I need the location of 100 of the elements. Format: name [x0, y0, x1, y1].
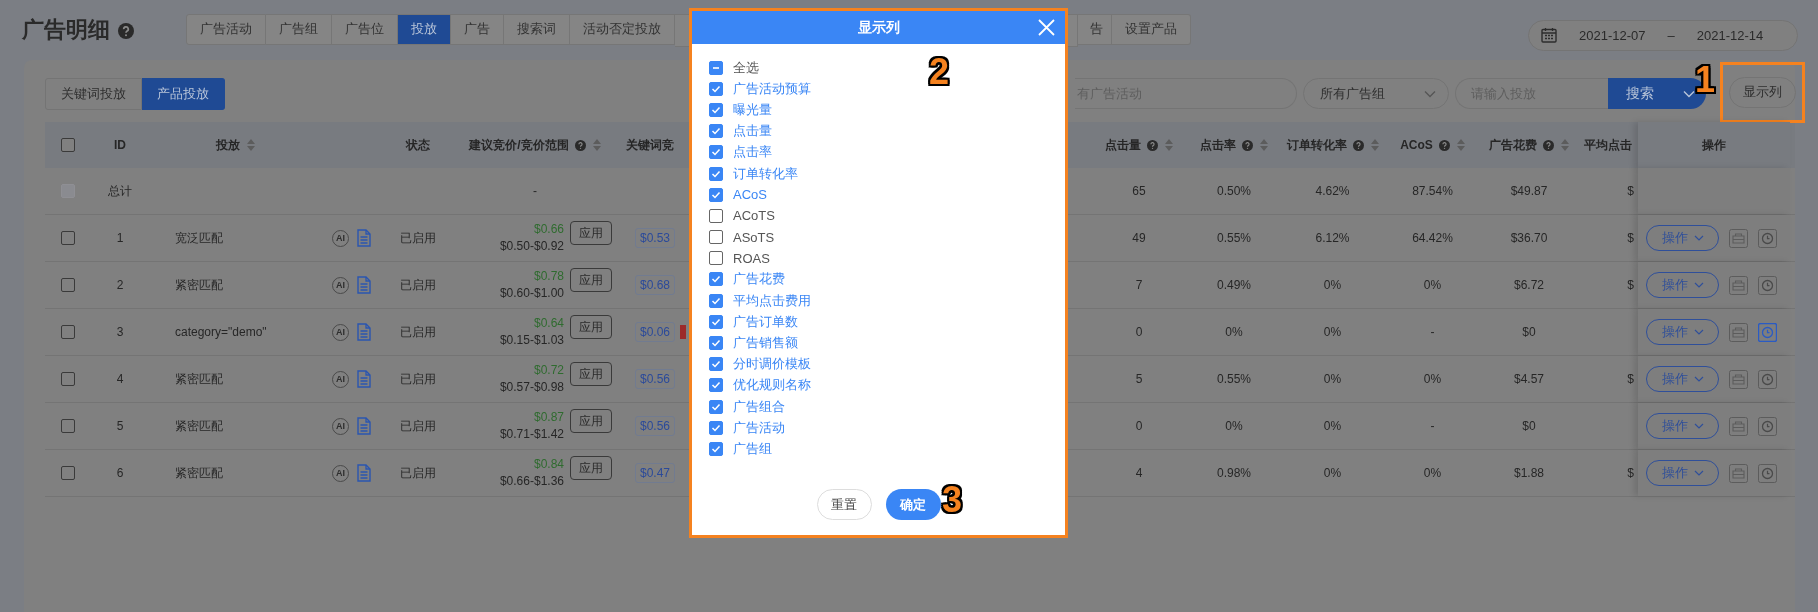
keyword-bid-tag[interactable]: $0.47 [635, 463, 676, 483]
sort-icon[interactable] [1260, 139, 1268, 151]
apply-button[interactable]: 应用 [570, 409, 612, 433]
clock-icon[interactable] [1758, 463, 1777, 483]
date-range-field[interactable]: 2021-12-07 – 2021-12-14 [1528, 19, 1798, 51]
document-icon[interactable] [357, 229, 371, 247]
caret-icon[interactable] [1693, 282, 1704, 288]
document-icon[interactable] [357, 370, 371, 388]
checkbox-label[interactable]: 广告组合 [733, 397, 785, 416]
tab[interactable]: 投放 [398, 13, 451, 45]
apply-button[interactable]: 应用 [570, 362, 612, 386]
sub-tab[interactable]: 关键词投放 [45, 77, 142, 110]
tab[interactable]: 搜索词 [504, 13, 570, 45]
checkbox[interactable] [709, 145, 723, 160]
keyword-bid-tag[interactable]: $0.56 [635, 416, 676, 436]
briefcase-icon[interactable] [1729, 228, 1748, 248]
help-icon[interactable] [118, 23, 134, 39]
checkbox-label[interactable]: 点击率 [733, 143, 772, 162]
select-all-checkbox[interactable] [60, 138, 75, 152]
tab[interactable]: 广告组 [266, 13, 332, 45]
sort-icon[interactable] [246, 139, 255, 151]
checkbox-label[interactable]: 全选 [733, 58, 759, 77]
tab[interactable]: 告 [1078, 13, 1112, 45]
document-icon[interactable] [357, 417, 371, 435]
ad-group-dropdown[interactable]: 所有广告组 [1303, 78, 1449, 109]
help-icon[interactable] [1438, 139, 1450, 151]
tab[interactable]: 活动否定投放 [570, 13, 675, 45]
clock-icon[interactable] [1758, 275, 1777, 295]
apply-button[interactable]: 应用 [570, 315, 612, 339]
checkbox-label[interactable]: 曝光量 [733, 100, 772, 119]
checkbox-label[interactable]: ROAS [733, 250, 770, 266]
clock-icon[interactable] [1758, 416, 1777, 436]
caret-icon[interactable] [1693, 470, 1704, 476]
row-checkbox[interactable] [60, 419, 75, 433]
apply-button[interactable]: 应用 [570, 268, 612, 292]
checkbox-label[interactable]: 订单转化率 [733, 164, 798, 183]
tab[interactable]: 广告位 [332, 13, 398, 45]
checkbox[interactable] [709, 102, 723, 117]
sort-icon[interactable] [592, 139, 601, 151]
checkbox-label[interactable]: 广告活动 [733, 418, 785, 437]
checkbox[interactable] [709, 399, 723, 414]
checkbox[interactable] [709, 357, 723, 372]
checkbox[interactable] [709, 81, 723, 96]
confirm-button[interactable]: 确定 [885, 489, 941, 520]
document-icon[interactable] [357, 323, 371, 341]
clock-icon[interactable] [1758, 228, 1777, 248]
help-icon[interactable] [1352, 139, 1364, 151]
checkbox-label[interactable]: ASoTS [733, 229, 775, 245]
keyword-bid-tag[interactable]: $0.68 [635, 275, 676, 295]
row-checkbox[interactable] [60, 325, 75, 339]
briefcase-icon[interactable] [1729, 416, 1748, 436]
briefcase-icon[interactable] [1729, 275, 1748, 295]
checkbox[interactable] [709, 187, 723, 202]
row-checkbox[interactable] [60, 231, 75, 245]
checkbox[interactable] [709, 336, 723, 351]
checkbox-label[interactable]: 分时调价模板 [733, 355, 811, 374]
checkbox[interactable] [709, 208, 723, 223]
clock-icon[interactable] [1758, 322, 1777, 342]
keyword-bid-tag[interactable]: $0.53 [635, 228, 676, 248]
apply-button[interactable]: 应用 [570, 221, 612, 245]
caret-icon[interactable] [1693, 423, 1704, 429]
caret-icon[interactable] [1693, 235, 1704, 241]
checkbox[interactable] [709, 124, 723, 139]
checkbox[interactable] [709, 441, 723, 456]
close-icon[interactable] [1038, 19, 1055, 36]
briefcase-icon[interactable] [1729, 369, 1748, 389]
checkbox-label[interactable]: ACoTS [733, 208, 775, 224]
search-button[interactable]: 搜索 [1608, 78, 1672, 109]
help-icon[interactable] [1147, 139, 1158, 151]
show-columns-button[interactable]: 显示列 [1729, 76, 1796, 108]
tab[interactable]: 设置产品 [1112, 13, 1191, 45]
tab[interactable]: 广告活动 [186, 13, 266, 45]
checkbox-label[interactable]: 广告销售额 [733, 334, 798, 353]
tab[interactable]: 广告 [451, 13, 504, 45]
briefcase-icon[interactable] [1729, 463, 1748, 483]
document-icon[interactable] [357, 464, 371, 482]
sort-icon[interactable] [1165, 139, 1173, 151]
keyword-bid-tag[interactable]: $0.56 [635, 369, 676, 389]
row-checkbox[interactable] [60, 372, 75, 386]
sub-tab[interactable]: 产品投放 [142, 77, 225, 110]
caret-icon[interactable] [1683, 89, 1695, 98]
checkbox-label[interactable]: 平均点击费用 [733, 291, 811, 310]
sort-icon[interactable] [1456, 139, 1465, 151]
checkbox[interactable] [709, 251, 723, 266]
document-icon[interactable] [357, 276, 371, 294]
caret-icon[interactable] [1693, 329, 1704, 335]
help-icon[interactable] [1543, 139, 1554, 151]
help-icon[interactable] [1242, 139, 1253, 151]
checkbox[interactable] [709, 293, 723, 308]
checkbox[interactable] [709, 420, 723, 435]
checkbox[interactable] [709, 378, 723, 393]
checkbox-label[interactable]: ACoS [733, 187, 767, 203]
keyword-bid-tag[interactable]: $0.06 [635, 322, 676, 342]
briefcase-icon[interactable] [1729, 322, 1748, 342]
checkbox-label[interactable]: 广告活动预算 [733, 79, 811, 98]
checkbox[interactable] [709, 272, 723, 287]
sort-icon[interactable] [1561, 139, 1569, 151]
apply-button[interactable]: 应用 [570, 456, 612, 480]
checkbox-label[interactable]: 优化规则名称 [733, 376, 811, 395]
sort-icon[interactable] [1370, 139, 1379, 151]
